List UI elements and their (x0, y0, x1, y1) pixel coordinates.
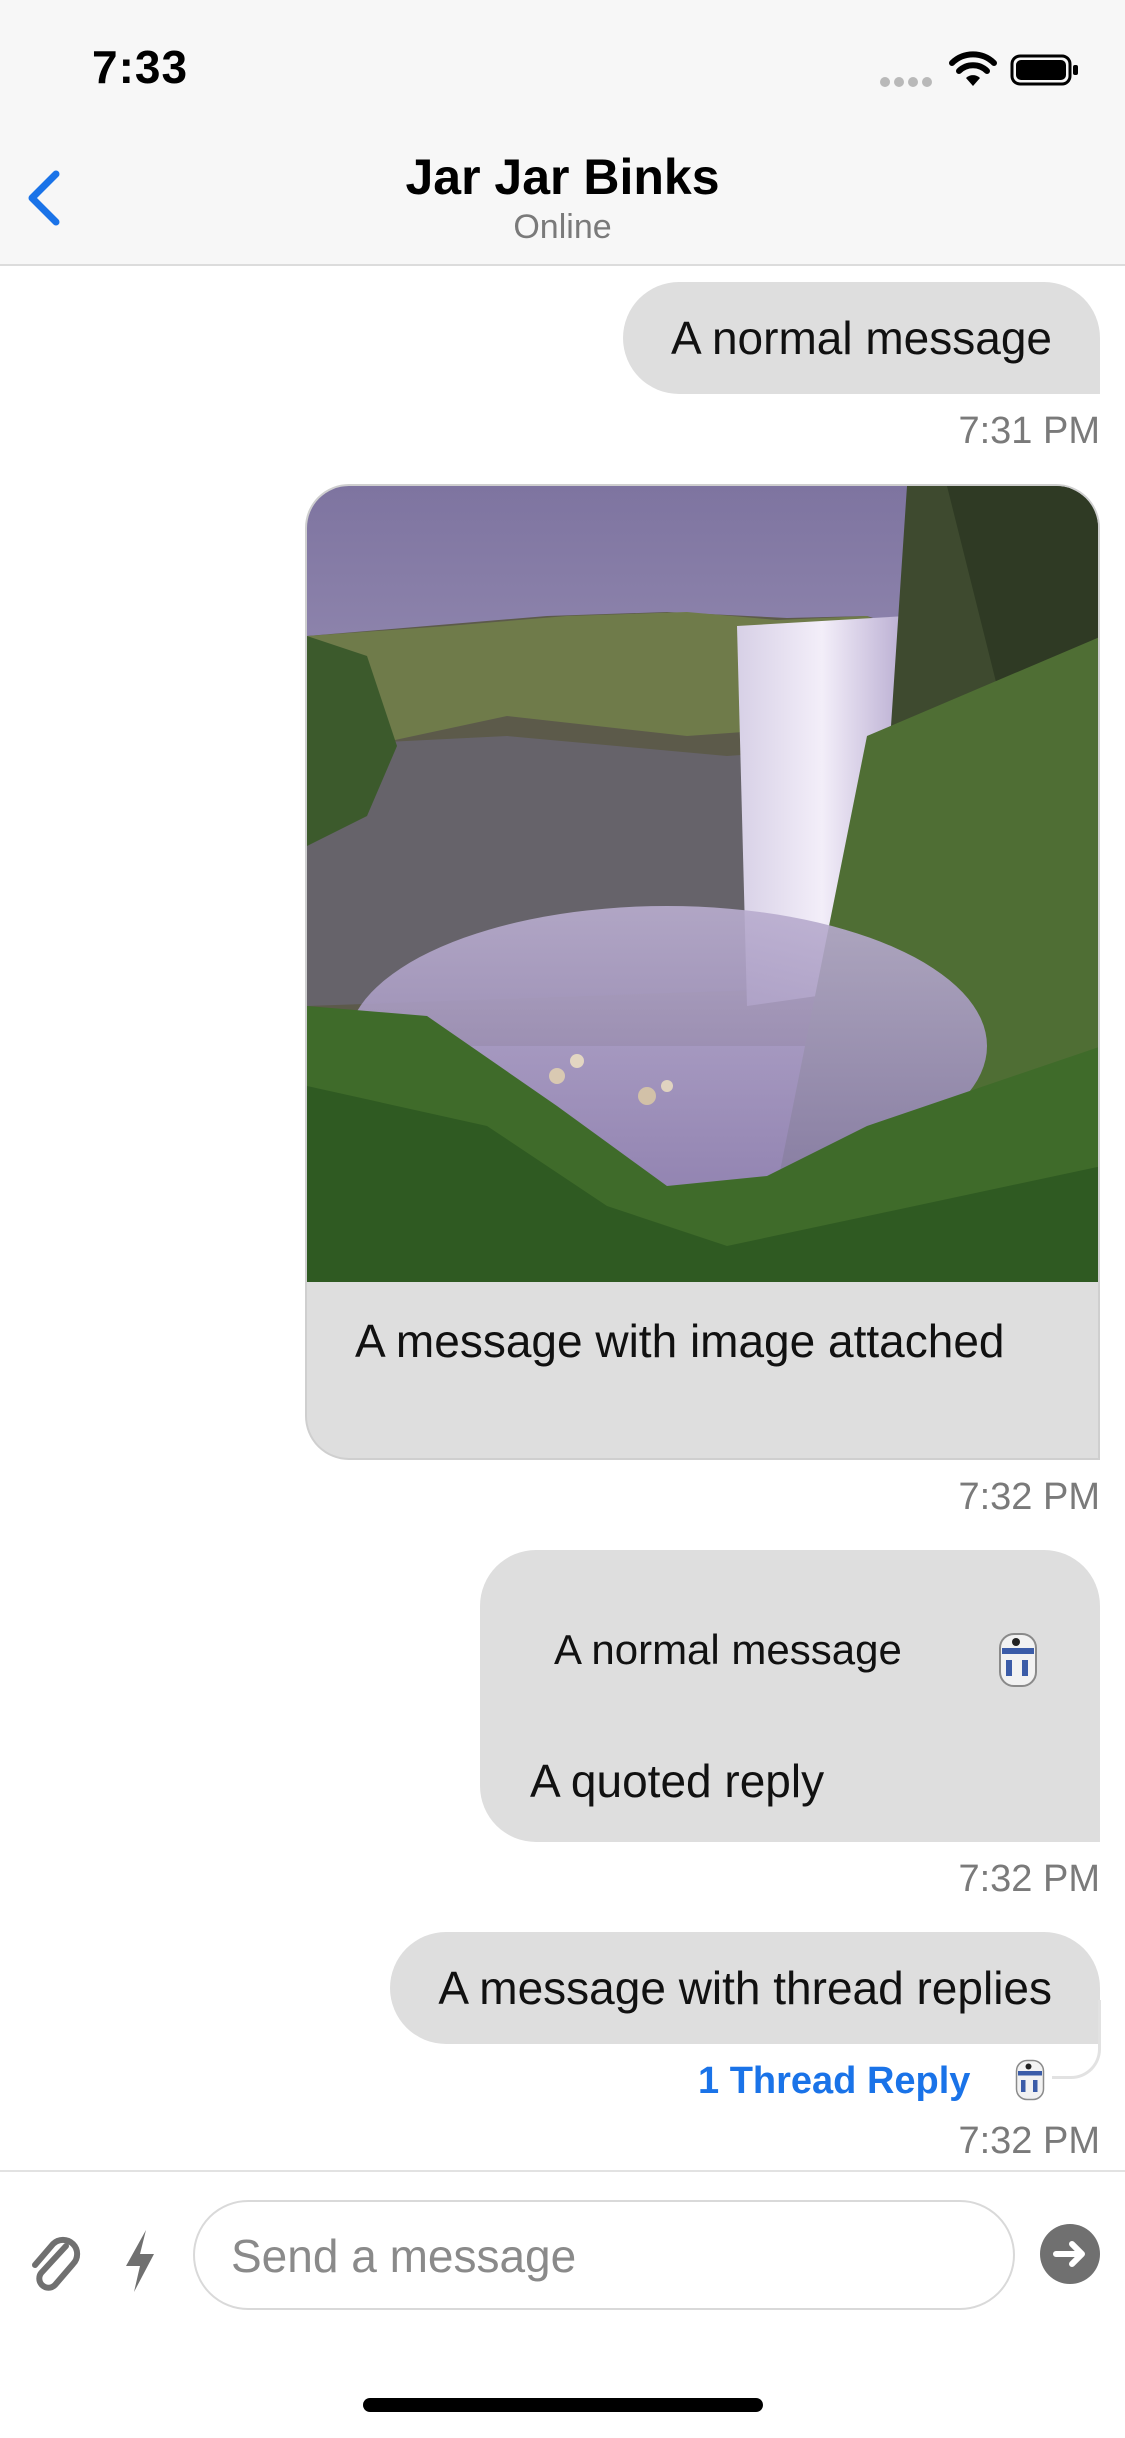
battery-icon (1010, 54, 1078, 86)
message-input-container (193, 2200, 1015, 2310)
message-composer (0, 2170, 1125, 2438)
thread-connector (1052, 2000, 1101, 2079)
send-button[interactable] (1040, 2224, 1100, 2284)
waterfall-photo[interactable] (307, 486, 1100, 1282)
cellular-signal-icon (880, 74, 936, 92)
paperclip-icon[interactable] (26, 2228, 82, 2298)
message-input[interactable] (229, 2202, 973, 2310)
lightning-icon[interactable] (122, 2228, 158, 2294)
wifi-icon (949, 51, 997, 86)
chat-header: 7:33 Jar Jar Binks Online (0, 0, 1125, 266)
avatar-r2d2 (999, 1633, 1037, 1687)
message-text: A message with image attached (355, 1315, 1005, 1367)
thread-reply-link[interactable]: 1 Thread Reply (698, 2060, 970, 2103)
quoted-reply-bubble[interactable]: A normal message A quoted reply (480, 1550, 1100, 1842)
chat-title: Jar Jar Binks (405, 149, 720, 205)
reply-message-text: A quoted reply (530, 1755, 825, 1807)
message-bubble[interactable]: A normal message (623, 282, 1100, 394)
presence-status: Online (513, 208, 612, 246)
message-timestamp: 7:31 PM (958, 410, 1100, 452)
send-arrow-icon (1053, 2241, 1085, 2267)
message-bubble[interactable]: A message with thread replies (390, 1932, 1100, 2044)
message-timestamp: 7:32 PM (958, 1858, 1100, 1900)
image-message-bubble[interactable]: A message with image attached (305, 484, 1100, 1460)
status-time: 7:33 (92, 41, 189, 93)
quoted-message-text: A normal message (554, 1626, 902, 1673)
avatar-r2d2 (1015, 2059, 1045, 2101)
message-timestamp: 7:32 PM (958, 1476, 1100, 1518)
home-indicator (363, 2398, 763, 2412)
message-timestamp: 7:32 PM (958, 2120, 1100, 2162)
